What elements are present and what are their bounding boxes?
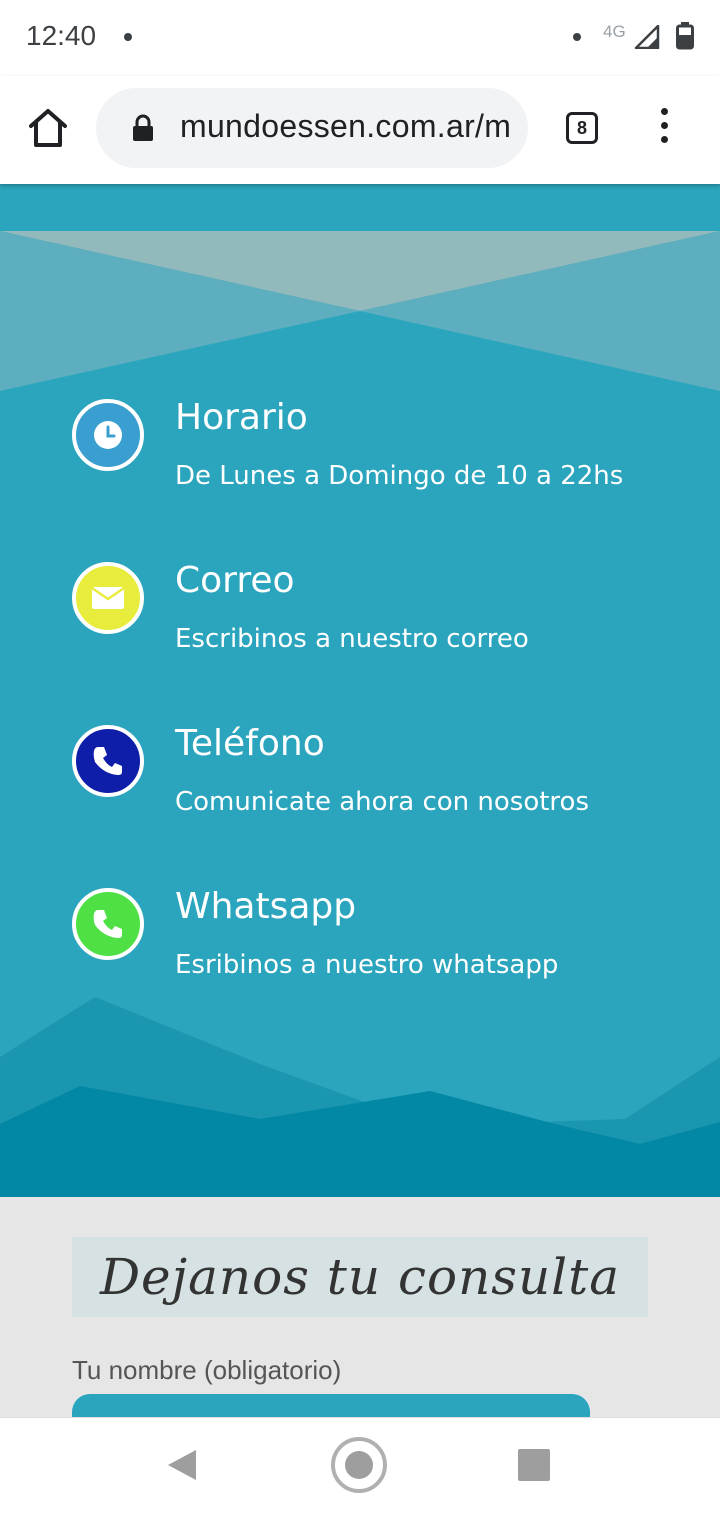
contact-item-whatsapp[interactable]: Whatsapp Esribinos a nuestro whatsapp <box>72 886 672 1008</box>
clock-icon <box>72 399 144 471</box>
contact-item-correo[interactable]: Correo Escribinos a nuestro correo <box>72 560 672 682</box>
more-menu-icon[interactable] <box>652 108 676 152</box>
address-bar[interactable]: mundoessen.com.ar/m <box>96 88 528 168</box>
network-type-label: 4G <box>603 22 626 41</box>
form-title-box: Dejanos tu consulta <box>72 1237 648 1317</box>
url-text[interactable]: mundoessen.com.ar/m <box>180 108 510 145</box>
android-nav-bar <box>0 1417 720 1513</box>
signal-icon <box>634 25 660 49</box>
name-input[interactable] <box>72 1394 590 1417</box>
name-field-label: Tu nombre (obligatorio) <box>72 1355 342 1385</box>
notification-dot-icon <box>124 33 132 41</box>
lock-icon <box>133 114 153 141</box>
notification-dot-icon <box>573 33 581 41</box>
contact-description: De Lunes a Domingo de 10 a 22hs <box>175 461 624 491</box>
home-nav-icon[interactable] <box>331 1437 387 1493</box>
status-bar: 12:40 4G <box>0 0 720 76</box>
contact-title: Correo <box>175 560 295 601</box>
tab-switcher-button[interactable]: 8 <box>566 112 598 144</box>
contact-title: Whatsapp <box>175 886 357 927</box>
contact-section: Horario De Lunes a Domingo de 10 a 22hs … <box>0 184 720 1197</box>
back-icon[interactable] <box>166 1448 198 1482</box>
contact-item-horario: Horario De Lunes a Domingo de 10 a 22hs <box>72 397 672 519</box>
form-title: Dejanos tu consulta <box>99 1248 621 1306</box>
status-time: 12:40 <box>26 20 97 51</box>
page-content: Horario De Lunes a Domingo de 10 a 22hs … <box>0 184 720 1417</box>
contact-form: Dejanos tu consulta Tu nombre (obligator… <box>0 1197 720 1417</box>
recents-icon[interactable] <box>518 1449 550 1481</box>
contact-title: Teléfono <box>175 723 325 764</box>
contact-title: Horario <box>175 397 308 438</box>
background-decoration <box>0 231 720 1197</box>
contact-description[interactable]: Comunicate ahora con nosotros <box>175 787 589 817</box>
whatsapp-phone-icon[interactable] <box>72 888 144 960</box>
contact-description[interactable]: Esribinos a nuestro whatsapp <box>175 950 558 980</box>
battery-icon <box>676 22 694 50</box>
contact-description[interactable]: Escribinos a nuestro correo <box>175 624 529 654</box>
home-icon[interactable] <box>26 106 70 150</box>
browser-toolbar: mundoessen.com.ar/m 8 <box>0 76 720 184</box>
mail-icon[interactable] <box>72 562 144 634</box>
phone-icon[interactable] <box>72 725 144 797</box>
contact-item-telefono[interactable]: Teléfono Comunicate ahora con nosotros <box>72 723 672 845</box>
